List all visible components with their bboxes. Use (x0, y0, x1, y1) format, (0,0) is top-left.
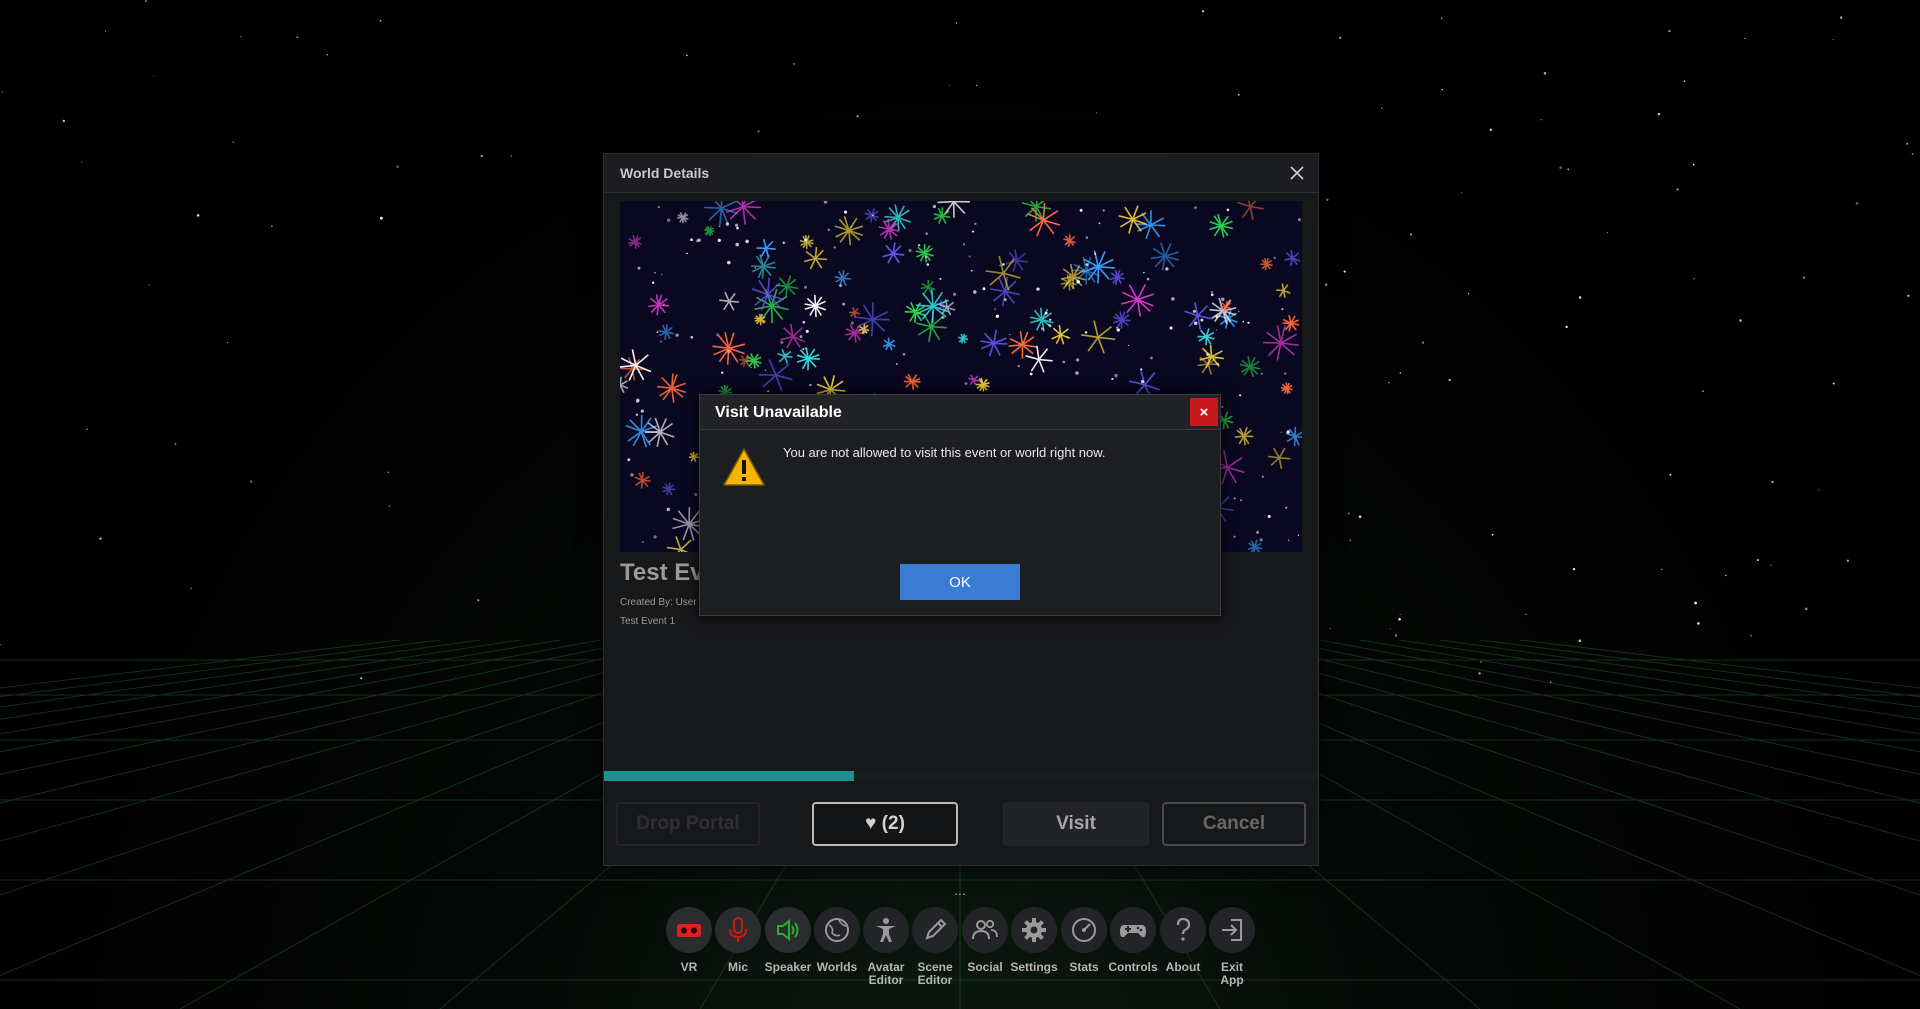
taskbar: VR Mic Speaker Worlds Avatar Editor Scene Edi… (664, 905, 1264, 995)
globe-icon (814, 907, 860, 953)
taskbar-item[interactable]: Mic (713, 905, 763, 995)
world-creator: Created By: User (620, 597, 697, 608)
taskbar-item[interactable]: Speaker (763, 905, 813, 995)
people-icon (962, 907, 1008, 953)
world-details-titlebar: World Details (604, 154, 1318, 193)
cancel-button[interactable]: Cancel (1162, 802, 1306, 846)
dialog-message: You are not allowed to visit this event … (783, 445, 1106, 460)
warning-icon (722, 447, 766, 487)
drop-portal-button[interactable]: Drop Portal (616, 802, 760, 846)
dialog-title: Visit Unavailable (715, 404, 842, 421)
gear-icon (1011, 907, 1057, 953)
ok-button[interactable]: OK (900, 564, 1020, 600)
question-icon (1160, 907, 1206, 953)
pencil-icon (912, 907, 958, 953)
taskbar-item[interactable]: Scene Editor (910, 905, 960, 995)
microphone-icon (715, 907, 761, 953)
exit-icon (1209, 907, 1255, 953)
like-button[interactable]: ♥ (2) (812, 802, 958, 846)
taskbar-more-indicator[interactable]: ... (952, 882, 968, 898)
dialog-close-button[interactable]: × (1190, 398, 1218, 426)
taskbar-item[interactable]: Controls (1108, 905, 1158, 995)
visit-button[interactable]: Visit (1003, 802, 1149, 846)
gauge-icon (1061, 907, 1107, 953)
visit-unavailable-dialog: Visit Unavailable × You are not allowed … (699, 394, 1221, 616)
world-description: Test Event 1 (620, 616, 676, 627)
taskbar-item[interactable]: Settings (1009, 905, 1059, 995)
taskbar-item[interactable]: Social (960, 905, 1010, 995)
world-name: Test Ev (620, 559, 704, 586)
taskbar-item[interactable]: Exit App (1207, 905, 1257, 995)
loading-progress-bar (604, 771, 1318, 781)
dialog-header: Visit Unavailable × (700, 395, 1220, 430)
speaker-icon (765, 907, 811, 953)
gamepad-icon (1110, 907, 1156, 953)
taskbar-item-label: Exit App (1220, 960, 1244, 987)
close-icon[interactable] (1286, 162, 1308, 184)
loading-progress-fill (604, 771, 854, 781)
world-details-title: World Details (620, 165, 710, 181)
taskbar-item[interactable]: VR (664, 905, 714, 995)
avatar-icon (863, 907, 909, 953)
taskbar-item[interactable]: Stats (1059, 905, 1109, 995)
vr-headset-icon (666, 907, 712, 953)
